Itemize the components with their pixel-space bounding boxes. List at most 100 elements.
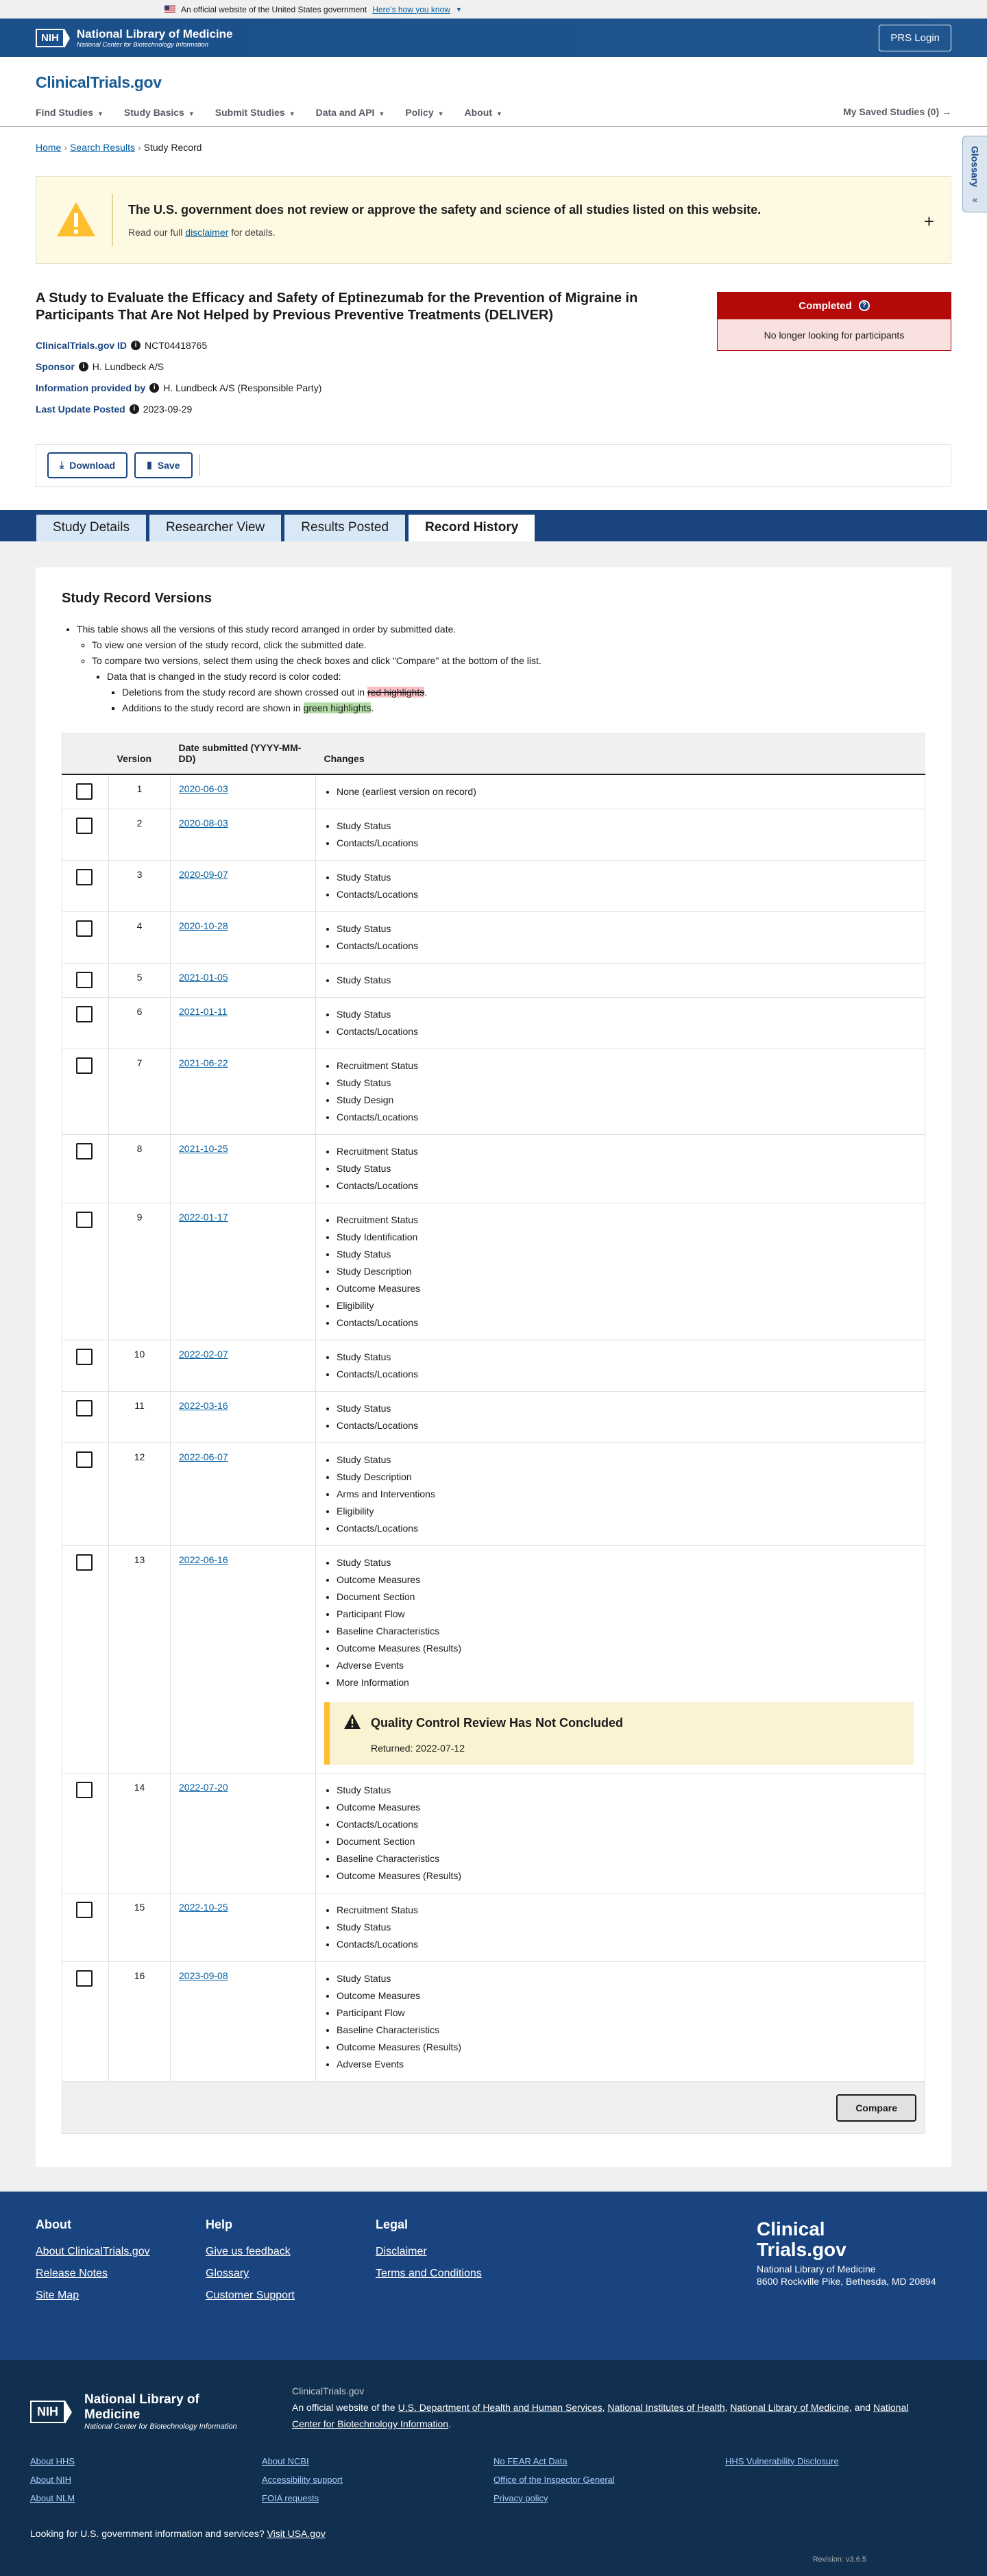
version-checkbox[interactable] [76,1400,93,1417]
change-item: Study Design [337,1092,916,1109]
compare-button[interactable]: Compare [836,2094,916,2122]
version-date-link[interactable]: 2022-06-07 [179,1451,228,1462]
footer-ct-logo[interactable]: Clinical Trials.gov [757,2219,951,2259]
prs-login-button[interactable]: PRS Login [879,24,951,51]
version-date-link[interactable]: 2021-01-05 [179,972,228,983]
version-date-link[interactable]: 2022-07-20 [179,1782,228,1793]
usa-gov-link[interactable]: Visit USA.gov [267,2528,326,2539]
version-checkbox[interactable] [76,869,93,886]
heres-how-you-know-link[interactable]: Here's how you know [372,5,450,14]
study-title: A Study to Evaluate the Efficacy and Saf… [36,291,638,323]
version-date-link[interactable]: 2022-06-16 [179,1554,228,1565]
version-checkbox[interactable] [76,1451,93,1469]
nlm-logo[interactable]: NIH National Library of Medicine Nationa… [36,27,233,49]
nlm-link[interactable]: National Library of Medicine [730,2402,849,2413]
version-checkbox[interactable] [76,1902,93,1919]
change-item: Study Status [337,818,916,835]
version-checkbox[interactable] [76,1349,93,1366]
info-icon[interactable]: i [78,361,88,371]
version-checkbox[interactable] [76,1212,93,1229]
version-date-link[interactable]: 2021-01-11 [179,1006,228,1017]
nav-about[interactable]: About ▼ [465,107,502,118]
version-checkbox[interactable] [76,1057,93,1075]
tab-record-history[interactable]: Record History [408,513,536,541]
link-about-hhs[interactable]: About HHS [30,2456,262,2466]
version-checkbox[interactable] [76,818,93,835]
sponsor-row: Sponsor i H. Lundbeck A/S [36,360,164,372]
footer-nlm-logo[interactable]: NIH National Library of Medicine Nationa… [30,2383,256,2432]
changes-list: Study Status [324,972,916,989]
link-accessibility[interactable]: Accessibility support [262,2475,494,2485]
question-icon[interactable]: ? [858,300,870,311]
link-vulnerability[interactable]: HHS Vulnerability Disclosure [725,2456,957,2466]
info-icon[interactable]: i [129,404,139,414]
footer-link-release-notes[interactable]: Release Notes [36,2268,206,2280]
version-date-link[interactable]: 2022-02-07 [179,1349,228,1360]
download-button[interactable]: ⤓ Download [47,452,128,478]
record-instructions: This table shows all the versions of thi… [62,622,925,717]
version-checkbox[interactable] [76,1006,93,1023]
changes-cell: Study StatusContacts/Locations [315,1391,925,1444]
clinicaltrials-logo[interactable]: ClinicalTrials.gov [36,73,951,92]
link-about-ncbi[interactable]: About NCBI [262,2456,494,2466]
nav-study-basics[interactable]: Study Basics ▼ [124,107,195,118]
change-item: Study Description [337,1263,916,1280]
tab-researcher-view[interactable]: Researcher View [148,513,282,541]
link-foia[interactable]: FOIA requests [262,2493,494,2503]
footer-link-disclaimer[interactable]: Disclaimer [376,2246,546,2258]
breadcrumb-home[interactable]: Home [36,142,61,153]
version-date-link[interactable]: 2022-03-16 [179,1400,228,1411]
change-item: Contacts/Locations [337,835,916,852]
expand-plus-icon[interactable]: + [924,211,934,232]
chevron-down-icon: ▼ [97,110,103,117]
link-inspector-general[interactable]: Office of the Inspector General [494,2475,725,2485]
chevron-down-icon[interactable]: ▼ [456,6,462,13]
version-checkbox[interactable] [76,783,93,800]
version-date-link[interactable]: 2021-10-25 [179,1143,228,1154]
version-date-link[interactable]: 2022-10-25 [179,1902,228,1913]
version-date-link[interactable]: 2022-01-17 [179,1212,228,1223]
footer-link-site-map[interactable]: Site Map [36,2290,206,2302]
footer-link-about-ct[interactable]: About ClinicalTrials.gov [36,2246,206,2258]
info-icon[interactable]: i [149,382,160,393]
footer-link-support[interactable]: Customer Support [206,2290,376,2302]
nav-data-and-api[interactable]: Data and API ▼ [316,107,385,118]
breadcrumb-search-results[interactable]: Search Results [70,142,135,153]
change-item: Recruitment Status [337,1143,916,1160]
version-number: 16 [108,1961,171,2083]
my-saved-studies-link[interactable]: My Saved Studies (0) → [843,106,951,117]
changes-list: None (earliest version on record) [324,783,916,800]
footer-link-terms[interactable]: Terms and Conditions [376,2268,546,2280]
save-button[interactable]: ▮ Save [134,452,193,478]
link-privacy[interactable]: Privacy policy [494,2493,725,2503]
version-date-link[interactable]: 2020-06-03 [179,783,228,794]
tab-study-details[interactable]: Study Details [36,513,147,541]
version-checkbox[interactable] [76,1554,93,1571]
link-no-fear[interactable]: No FEAR Act Data [494,2456,725,2466]
version-checkbox[interactable] [76,1143,93,1160]
nav-find-studies[interactable]: Find Studies ▼ [36,107,103,118]
version-date-link[interactable]: 2023-09-08 [179,1970,228,1981]
nav-submit-studies[interactable]: Submit Studies ▼ [215,107,295,118]
link-about-nlm[interactable]: About NLM [30,2493,262,2503]
footer-link-feedback[interactable]: Give us feedback [206,2246,376,2258]
date-cell: 2020-10-28 [170,911,316,964]
link-about-nih[interactable]: About NIH [30,2475,262,2485]
version-checkbox[interactable] [76,1970,93,1987]
nih-link[interactable]: National Institutes of Health [607,2402,724,2413]
disclaimer-link[interactable]: disclaimer [185,227,228,238]
date-cell: 2022-06-16 [170,1545,316,1774]
version-date-link[interactable]: 2021-06-22 [179,1057,228,1068]
hhs-link[interactable]: U.S. Department of Health and Human Serv… [398,2402,602,2413]
version-checkbox[interactable] [76,972,93,989]
version-checkbox[interactable] [76,1782,93,1799]
version-checkbox[interactable] [76,920,93,937]
nav-policy[interactable]: Policy ▼ [405,107,443,118]
glossary-tab[interactable]: Glossary « [962,136,987,212]
version-date-link[interactable]: 2020-08-03 [179,818,228,829]
footer-link-glossary[interactable]: Glossary [206,2268,376,2280]
version-date-link[interactable]: 2020-09-07 [179,869,228,880]
version-date-link[interactable]: 2020-10-28 [179,920,228,931]
info-icon[interactable]: i [131,340,141,350]
tab-results-posted[interactable]: Results Posted [284,513,406,541]
